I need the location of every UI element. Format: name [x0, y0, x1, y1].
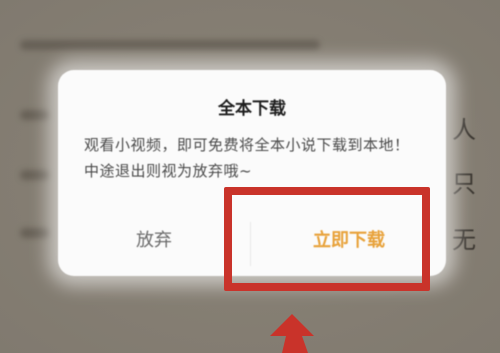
give-up-button[interactable]: 放弃	[58, 206, 250, 276]
background-char: 无	[452, 226, 476, 254]
arrow-up-icon	[270, 314, 314, 353]
background-text-line	[20, 110, 50, 120]
dialog-title: 全本下载	[218, 99, 286, 119]
background-text-line	[20, 228, 50, 238]
annotation-highlight-box	[224, 187, 430, 291]
dialog-message: 观看小视频，即可免费将全本小说下载到本地！中途退出则视为放弃哦~	[84, 136, 410, 180]
background-char: 人	[452, 116, 476, 144]
background-text-line	[20, 40, 320, 50]
background-char: 只	[452, 170, 476, 198]
background-text-line	[20, 170, 50, 180]
